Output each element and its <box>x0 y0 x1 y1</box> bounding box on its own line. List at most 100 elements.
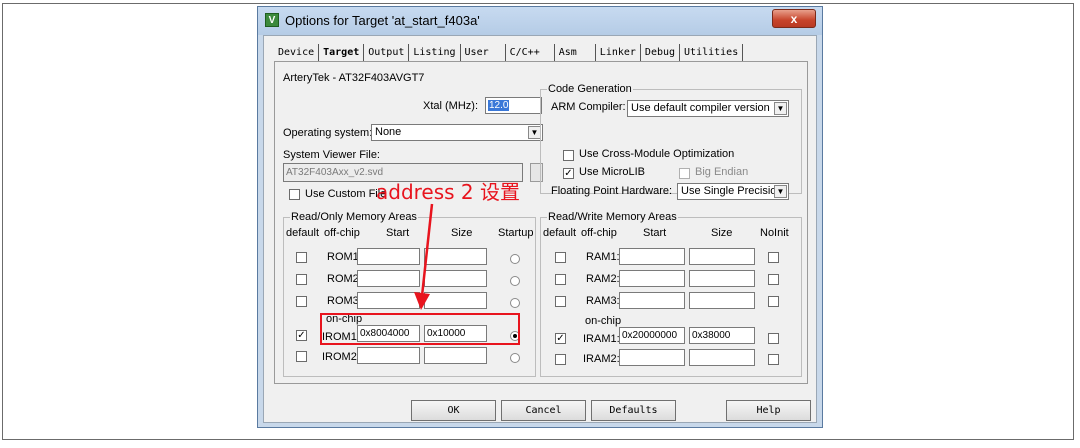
big-endian-label: Big Endian <box>695 166 749 178</box>
irom2-label: IROM2: <box>322 351 360 363</box>
microlib-checkbox[interactable]: ✓ <box>563 168 574 179</box>
ram-header-start: Start <box>643 227 667 239</box>
fpu-select[interactable]: Use Single Precision ▼ <box>677 183 789 200</box>
ok-button[interactable]: OK <box>411 400 496 421</box>
ram1-start-input[interactable] <box>619 248 685 265</box>
irom2-size-input[interactable] <box>424 347 487 364</box>
cross-module-checkbox[interactable] <box>563 150 574 161</box>
fpu-value: Use Single Precision <box>681 185 783 197</box>
ram1-checkbox[interactable] <box>555 252 566 263</box>
iram1-label: IRAM1: <box>583 333 620 345</box>
close-button[interactable]: x <box>772 9 816 28</box>
ram3-noinit-checkbox[interactable] <box>768 296 779 307</box>
tab-linker[interactable]: Linker <box>596 44 641 61</box>
rom-header-default: default <box>286 227 320 239</box>
annotation-arrow <box>414 203 434 310</box>
os-label: Operating system: <box>283 127 373 139</box>
xtal-input[interactable]: 12.0 <box>485 97 542 114</box>
rom-header-size: Size <box>451 227 473 239</box>
ram-onchip-label: on-chip <box>585 315 622 327</box>
rom1-checkbox[interactable] <box>296 252 307 263</box>
ram2-size-input[interactable] <box>689 270 755 287</box>
chevron-down-icon: ▼ <box>774 102 787 115</box>
svf-label: System Viewer File: <box>283 149 380 161</box>
ram-header-size: Size <box>711 227 733 239</box>
rom-header-startup: Startup <box>498 227 534 239</box>
tab-target[interactable]: Target <box>319 44 365 61</box>
rom1-startup-radio[interactable] <box>510 254 520 264</box>
codegen-group: Code Generation ARM Compiler: Use defaul… <box>540 83 802 200</box>
rom2-checkbox[interactable] <box>296 274 307 285</box>
ram3-label: RAM3: <box>586 295 620 307</box>
compiler-label: ARM Compiler: <box>551 101 626 113</box>
ram3-start-input[interactable] <box>619 292 685 309</box>
ram1-noinit-checkbox[interactable] <box>768 252 779 263</box>
iram2-label: IRAM2: <box>583 353 620 365</box>
irom2-checkbox[interactable] <box>296 351 307 362</box>
codegen-title: Code Generation <box>547 83 633 95</box>
custom-file-label: Use Custom File <box>305 188 387 200</box>
iram1-start-input[interactable]: 0x20000000 <box>619 327 685 344</box>
xtal-value: 12.0 <box>488 100 510 111</box>
defaults-button[interactable]: Defaults <box>591 400 676 421</box>
os-value: None <box>375 126 402 138</box>
irom2-start-input[interactable] <box>357 347 420 364</box>
cancel-button[interactable]: Cancel <box>501 400 586 421</box>
compiler-select[interactable]: Use default compiler version ▼ <box>627 100 789 117</box>
iram2-checkbox[interactable] <box>555 354 566 365</box>
irom1-checkbox[interactable]: ✓ <box>296 330 307 341</box>
iram2-start-input[interactable] <box>619 349 685 366</box>
cross-module-label: Use Cross-Module Optimization <box>579 148 735 160</box>
ram2-checkbox[interactable] <box>555 274 566 285</box>
highlight-irom1-box <box>320 313 520 345</box>
tab-user[interactable]: User <box>461 44 506 61</box>
ram-header-noinit: NoInit <box>760 227 789 239</box>
tab-strip: Device Target Output Listing User C/C++ … <box>274 44 744 61</box>
tab-asm[interactable]: Asm <box>555 44 596 61</box>
big-endian-checkbox[interactable] <box>679 168 690 179</box>
ram1-size-input[interactable] <box>689 248 755 265</box>
rom-header-offchip: off-chip <box>324 227 360 239</box>
irom2-startup-radio[interactable] <box>510 353 520 363</box>
fpu-label: Floating Point Hardware: <box>551 185 673 197</box>
ram-title: Read/Write Memory Areas <box>547 211 678 223</box>
dialog-client: Device Target Output Listing User C/C++ … <box>263 35 817 423</box>
ram-header-offchip: off-chip <box>581 227 617 239</box>
app-icon: V <box>265 13 279 27</box>
iram1-checkbox[interactable]: ✓ <box>555 333 566 344</box>
iram2-size-input[interactable] <box>689 349 755 366</box>
ram2-noinit-checkbox[interactable] <box>768 274 779 285</box>
ram3-checkbox[interactable] <box>555 296 566 307</box>
annotation-text: address 2 设置 <box>376 180 521 204</box>
window-title: Options for Target 'at_start_f403a' <box>285 13 480 28</box>
compiler-value: Use default compiler version <box>631 102 770 114</box>
tab-output[interactable]: Output <box>364 44 410 61</box>
help-button[interactable]: Help <box>726 400 811 421</box>
tab-utilities[interactable]: Utilities <box>680 44 744 61</box>
xtal-label: Xtal (MHz): <box>423 100 478 112</box>
ram3-size-input[interactable] <box>689 292 755 309</box>
tab-listing[interactable]: Listing <box>409 44 461 61</box>
ram1-label: RAM1: <box>586 251 620 263</box>
tab-cpp[interactable]: C/C++ <box>506 44 555 61</box>
options-dialog: V Options for Target 'at_start_f403a' x … <box>257 6 823 428</box>
iram1-noinit-checkbox[interactable] <box>768 333 779 344</box>
ram-group: Read/Write Memory Areas default off-chip… <box>540 211 802 377</box>
rom3-startup-radio[interactable] <box>510 298 520 308</box>
custom-file-checkbox[interactable] <box>289 189 300 200</box>
ram-header-default: default <box>543 227 577 239</box>
ram2-start-input[interactable] <box>619 270 685 287</box>
microlib-label: Use MicroLIB <box>579 166 646 178</box>
tab-device[interactable]: Device <box>274 44 320 61</box>
os-select[interactable]: None ▼ <box>371 124 543 141</box>
rom2-startup-radio[interactable] <box>510 276 520 286</box>
ram2-label: RAM2: <box>586 273 620 285</box>
iram2-noinit-checkbox[interactable] <box>768 354 779 365</box>
tab-debug[interactable]: Debug <box>641 44 681 61</box>
rom3-checkbox[interactable] <box>296 296 307 307</box>
iram1-size-input[interactable]: 0x38000 <box>689 327 755 344</box>
rom-header-start: Start <box>386 227 410 239</box>
device-name: ArteryTek - AT32F403AVGT7 <box>283 72 425 84</box>
title-bar: V Options for Target 'at_start_f403a' x <box>258 7 822 35</box>
chevron-down-icon: ▼ <box>774 185 787 198</box>
